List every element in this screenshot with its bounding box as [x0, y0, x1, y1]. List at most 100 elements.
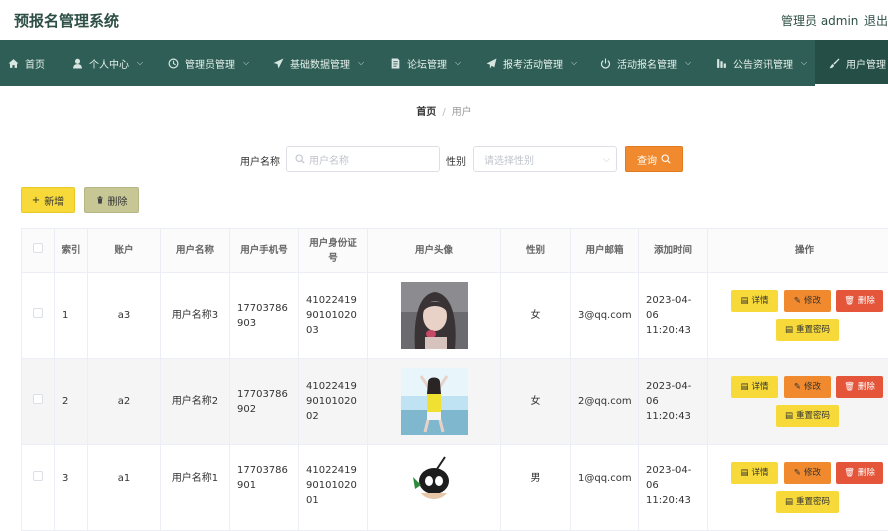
delete-button[interactable]: 🗑删除: [836, 462, 883, 484]
reset-password-button[interactable]: ▤重置密码: [776, 491, 839, 513]
power-icon: [600, 58, 611, 69]
search-icon: [295, 154, 305, 164]
nav-item-activity-signup[interactable]: 活动报名管理 ⌵: [600, 40, 691, 86]
phone-value: 17703786903: [237, 303, 288, 329]
batch-delete-button[interactable]: 删除: [84, 187, 139, 213]
edit-button[interactable]: ✎修改: [784, 376, 831, 398]
cell-phone: 17703786902: [230, 359, 299, 445]
breadcrumb-home[interactable]: 首页: [416, 107, 436, 118]
column-header: 用户名称: [161, 229, 230, 273]
trash-icon: [96, 196, 104, 204]
table-row: 1 a3 用户名称3 17703786903 41022419901010200…: [22, 273, 888, 359]
column-header: 用户邮箱: [571, 229, 639, 273]
user-avatar-image: [401, 455, 468, 522]
detail-button[interactable]: ▤详情: [731, 376, 778, 398]
reset-password-button-label: 重置密码: [796, 495, 830, 510]
name-search-input[interactable]: 用户名称: [286, 146, 440, 172]
row-checkbox[interactable]: [33, 471, 43, 481]
detail-icon: ▤: [740, 294, 748, 309]
nav-item-personal-center[interactable]: 个人中心⌵: [72, 40, 143, 86]
chevron-down-icon: ⌵: [571, 58, 577, 68]
cell-name: 用户名称2: [161, 359, 230, 445]
row-select-cell[interactable]: [22, 359, 55, 445]
column-header: 用户身份证号: [299, 229, 368, 273]
nav-item-admin[interactable]: 管理员管理⌵: [168, 40, 249, 86]
idcard-value: 410224199010102003: [306, 295, 357, 336]
row-checkbox[interactable]: [33, 308, 43, 318]
time-value: 2023-04-06 11:20:43: [646, 465, 691, 506]
nav-item-label: 报考活动管理: [503, 56, 563, 71]
cell-index: 2: [55, 359, 88, 445]
row-select-cell[interactable]: [22, 445, 55, 531]
row-select-cell[interactable]: [22, 273, 55, 359]
chart-icon: [716, 58, 727, 69]
breadcrumb: 首页/用户: [0, 103, 888, 118]
delete-button[interactable]: 🗑删除: [836, 290, 883, 312]
name-filter-label: 用户名称: [240, 153, 280, 168]
chevron-down-icon: ⌵: [243, 58, 249, 68]
edit-icon: ✎: [794, 380, 801, 395]
cell-time: 2023-04-06 11:20:43: [639, 445, 708, 531]
cell-index: 3: [55, 445, 88, 531]
row-checkbox[interactable]: [33, 394, 43, 404]
chevron-down-icon: ⌵: [455, 58, 461, 68]
clock-icon: [168, 58, 179, 69]
user-avatar-image: [401, 368, 468, 435]
nav-item-home[interactable]: 首页: [8, 40, 45, 86]
column-header: 用户头像: [368, 229, 501, 273]
users-table: 索引 账户 用户名称 用户手机号 用户身份证号 用户头像 性别 用户邮箱 添加时…: [21, 228, 888, 531]
nav-item-base-data[interactable]: 基础数据管理⌵: [273, 40, 364, 86]
reset-password-button[interactable]: ▤重置密码: [776, 319, 839, 341]
nav-item-label: 论坛管理: [407, 56, 447, 71]
home-icon: [8, 58, 19, 69]
phone-value: 17703786901: [237, 465, 288, 491]
cell-gender: 女: [501, 359, 571, 445]
cell-email: 3@qq.com: [571, 273, 639, 359]
nav-item-label: 活动报名管理: [617, 56, 677, 71]
cell-avatar: [368, 273, 501, 359]
cell-phone: 17703786901: [230, 445, 299, 531]
select-all-cell[interactable]: [22, 229, 55, 273]
reset-password-button-label: 重置密码: [796, 323, 830, 338]
cell-avatar: [368, 359, 501, 445]
logout-link[interactable]: 退出登录: [864, 12, 888, 29]
idcard-value: 410224199010102002: [306, 381, 357, 422]
user-avatar-image: [401, 282, 468, 349]
table-row: 2 a2 用户名称2 17703786902 41022419901010200…: [22, 359, 888, 445]
column-header: 账户: [88, 229, 161, 273]
nav-item-announcements[interactable]: 公告资讯管理⌵: [716, 40, 807, 86]
cell-time: 2023-04-06 11:20:43: [639, 359, 708, 445]
query-button[interactable]: 查询: [625, 146, 683, 172]
gender-select[interactable]: 请选择性别 ⌵: [473, 146, 617, 172]
send-icon: [273, 58, 284, 69]
batch-delete-button-label: 删除: [108, 193, 128, 208]
reset-icon: ▤: [785, 495, 793, 510]
table-row: 3 a1 用户名称1 17703786901 41022419901010200…: [22, 445, 888, 531]
select-all-checkbox[interactable]: [33, 243, 43, 253]
cell-idcard: 410224199010102001: [299, 445, 368, 531]
search-icon: [661, 154, 671, 164]
delete-button[interactable]: 🗑删除: [836, 376, 883, 398]
column-header: 用户手机号: [230, 229, 299, 273]
nav-item-forum[interactable]: 论坛管理 ⌵: [390, 40, 461, 86]
edit-button[interactable]: ✎修改: [784, 462, 831, 484]
nav-item-exam-activity[interactable]: 报考活动管理 ⌵: [486, 40, 577, 86]
table-header-row: 索引 账户 用户名称 用户手机号 用户身份证号 用户头像 性别 用户邮箱 添加时…: [22, 229, 888, 273]
nav-item-users[interactable]: 用户管理: [815, 40, 888, 86]
app-title: 预报名管理系统: [14, 10, 119, 31]
current-user: 管理员 admin: [781, 12, 858, 29]
reset-password-button-label: 重置密码: [796, 409, 830, 424]
brush-icon: [829, 58, 840, 69]
reset-password-button[interactable]: ▤重置密码: [776, 405, 839, 427]
idcard-value: 410224199010102001: [306, 465, 357, 506]
chevron-down-icon: ⌵: [685, 58, 691, 68]
detail-button[interactable]: ▤详情: [731, 290, 778, 312]
cell-phone: 17703786903: [230, 273, 299, 359]
cell-email: 2@qq.com: [571, 359, 639, 445]
phone-value: 17703786902: [237, 389, 288, 415]
edit-button[interactable]: ✎修改: [784, 290, 831, 312]
detail-button[interactable]: ▤详情: [731, 462, 778, 484]
plus-icon: +: [32, 195, 40, 206]
add-button[interactable]: + 新增: [21, 187, 75, 213]
row-actions: ▤详情 ✎修改 🗑删除 ▤重置密码: [708, 273, 888, 358]
